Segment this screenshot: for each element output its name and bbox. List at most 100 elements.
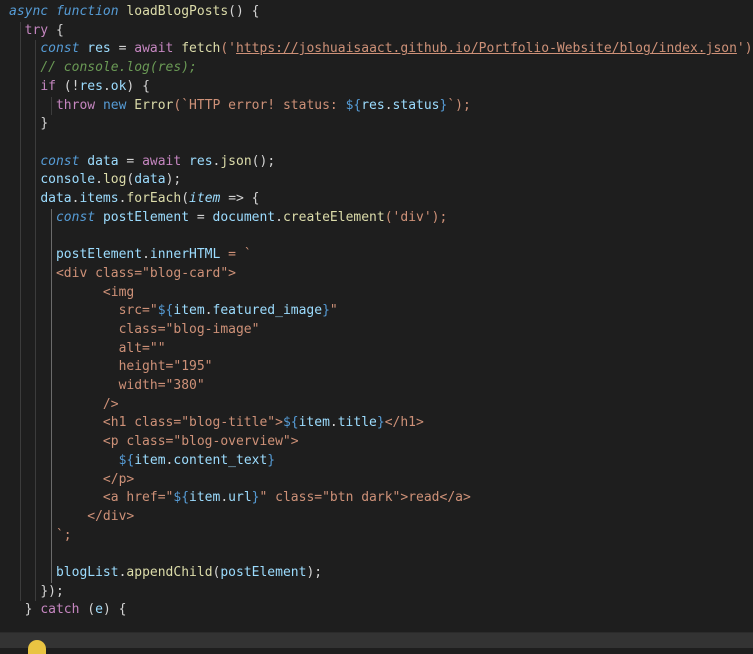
code-line: </p> [9, 471, 134, 490]
code-token: " class="btn dark">read</a> [259, 490, 471, 506]
code-token: res [87, 41, 119, 57]
code-token: ( [181, 191, 190, 206]
code-token: item [173, 303, 205, 319]
code-token: data [87, 153, 127, 169]
code-token: url [228, 490, 252, 506]
code-token: /> [102, 396, 119, 412]
code-token: ${ [173, 490, 190, 506]
code-token: '); [736, 41, 753, 57]
code-token: = ` [228, 247, 252, 263]
code-token: }); [40, 583, 64, 599]
code-line: if (!res.ok) { [9, 78, 150, 97]
code-line: // console.log(res); [9, 59, 197, 78]
code-token: status [392, 97, 440, 113]
code-token: const [40, 153, 88, 169]
code-token: throw [55, 97, 103, 113]
code-line: alt="" [9, 340, 166, 359]
code-token: await [142, 153, 190, 169]
code-token: ( [87, 602, 96, 618]
code-token: alt="" [118, 340, 166, 356]
code-token: . [329, 415, 338, 431]
code-token: postElement [55, 247, 143, 263]
code-token: `; [55, 527, 72, 543]
code-token: loadBlogPosts [126, 4, 229, 19]
code-token: ) { [102, 602, 127, 618]
code-token: await [134, 41, 182, 57]
code-token: (! [63, 78, 80, 94]
code-token: . [204, 303, 213, 319]
code-token: } [24, 602, 41, 618]
code-token: . [384, 97, 393, 113]
code-token: postElement [220, 565, 307, 580]
code-token: e [95, 602, 103, 618]
code-line: const postElement = document.createEleme… [9, 209, 447, 228]
code-token: (); [251, 153, 276, 169]
code-line: <p class="blog-overview"> [9, 433, 299, 452]
code-line: width="380" [9, 377, 205, 396]
horizontal-scrollbar[interactable] [0, 632, 753, 648]
code-line: postElement.innerHTML = ` [9, 246, 252, 265]
code-token: res [79, 78, 103, 94]
code-token: } [322, 303, 330, 319]
code-line: src="${item.featured_image}" [9, 302, 338, 321]
code-token: `); [447, 97, 471, 113]
code-token: } [40, 116, 49, 132]
code-token: width="380" [118, 378, 205, 393]
code-token: item [189, 191, 229, 206]
code-line: `; [9, 527, 72, 546]
code-token: data [40, 191, 72, 206]
code-line: }); [9, 583, 64, 602]
code-token: items [79, 191, 119, 206]
code-token: async [9, 4, 56, 19]
code-token: ok [110, 78, 127, 94]
code-token: appendChild [126, 565, 213, 580]
code-token: content_text [173, 452, 268, 468]
code-token: . [275, 209, 283, 225]
code-token: { [55, 22, 64, 38]
code-line: class="blog-image" [9, 321, 260, 340]
code-token: (`HTTP error! status: [173, 97, 346, 113]
code-token: item [298, 415, 330, 431]
code-line: const res = await fetch('https://joshuai… [9, 40, 753, 59]
code-token: class="blog-image" [118, 321, 260, 337]
code-token: (' [220, 41, 237, 57]
code-line: const data = await res.json(); [9, 153, 275, 172]
code-token: ${ [345, 97, 362, 113]
code-token: ${ [118, 452, 135, 468]
code-token: document [212, 209, 276, 225]
code-line: async function loadBlogPosts() { [9, 3, 259, 22]
code-token: try [24, 22, 56, 38]
code-token: item [189, 490, 221, 506]
code-token: item [134, 452, 166, 468]
code-token: ${ [157, 303, 174, 319]
code-token: ${ [282, 415, 299, 431]
code-token: title [337, 415, 377, 431]
lightbulb-icon[interactable] [28, 640, 46, 654]
code-line: } catch (e) { [9, 601, 127, 620]
code-token: </h1> [384, 415, 424, 431]
code-token: } [267, 452, 276, 468]
code-token: postElement [102, 209, 197, 225]
code-token: . [102, 78, 111, 94]
code-token: () { [228, 4, 260, 19]
code-line: ${item.content_text} [9, 452, 276, 471]
code-token: <div class="blog-card"> [55, 265, 236, 281]
code-editor[interactable]: async function loadBlogPosts() { try { c… [0, 0, 753, 632]
code-token: . [142, 247, 150, 263]
code-token: <a href=" [102, 490, 174, 506]
